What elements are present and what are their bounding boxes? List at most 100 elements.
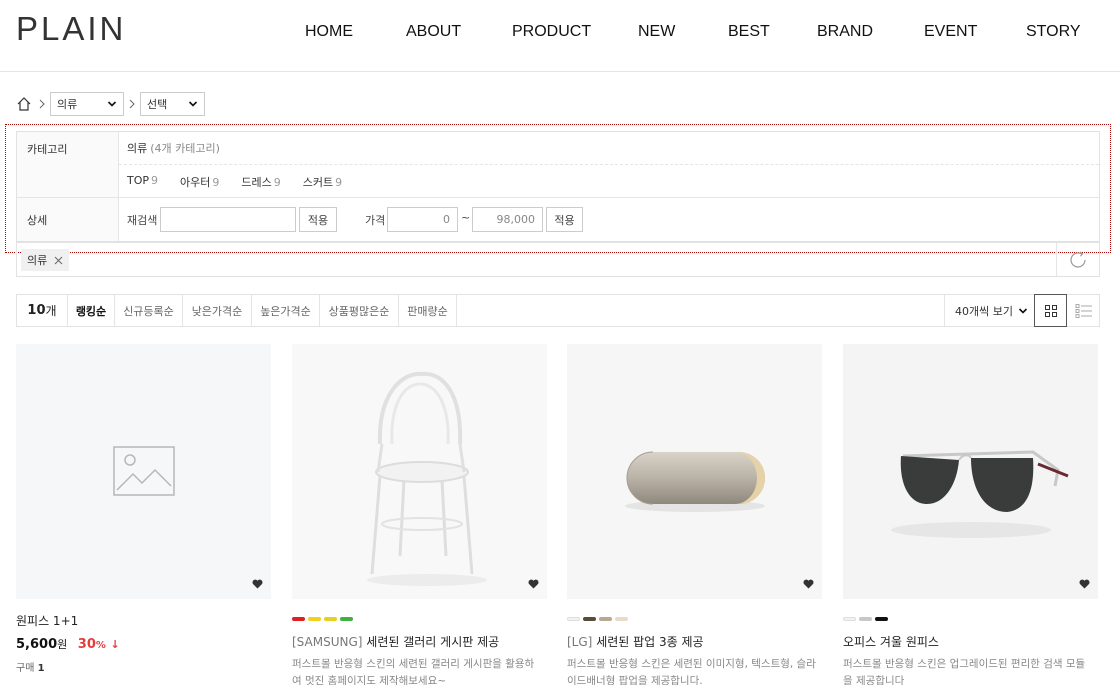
subcategory-dress[interactable]: 드레스 9 bbox=[241, 174, 280, 190]
sort-sales[interactable]: 판매량순 bbox=[399, 295, 457, 326]
product-brand: [SAMSUNG] bbox=[292, 635, 363, 649]
product-title: 세련된 갤러리 게시판 제공 bbox=[366, 635, 500, 649]
discount-rate: 30% ↓ bbox=[78, 637, 120, 652]
product-title: 세련된 팝업 3종 제공 bbox=[596, 635, 704, 649]
color-swatch[interactable] bbox=[324, 617, 337, 621]
price-label: 가격 bbox=[365, 214, 386, 227]
color-swatch[interactable] bbox=[615, 617, 628, 621]
subcategory-count: 9 bbox=[273, 176, 281, 189]
chevron-down-icon bbox=[107, 101, 117, 107]
nav-story[interactable]: STORY bbox=[1026, 23, 1081, 41]
subcategory-top[interactable]: TOP 9 bbox=[127, 174, 158, 190]
sort-newest[interactable]: 신규등록순 bbox=[115, 295, 183, 326]
product-description: 퍼스트몰 반응형 스킨은 업그레이드된 편리한 검색 모듈 을 제공합니다 bbox=[843, 656, 1098, 685]
nav-best[interactable]: BEST bbox=[728, 23, 770, 41]
chair-image bbox=[367, 371, 487, 586]
product-card[interactable]: [LG] 세련된 팝업 3종 제공 퍼스트몰 반응형 스킨은 세련된 이미지형,… bbox=[567, 344, 822, 685]
purchase-value: 1 bbox=[37, 663, 45, 674]
research-input[interactable] bbox=[160, 207, 296, 232]
color-swatch[interactable] bbox=[843, 617, 856, 621]
subcategory-label: 스커트 bbox=[302, 176, 334, 189]
nav-brand[interactable]: BRAND bbox=[817, 23, 873, 41]
product-thumbnail[interactable] bbox=[292, 344, 547, 599]
arrow-down-icon: ↓ bbox=[110, 638, 120, 651]
breadcrumb: 의류 선택 bbox=[16, 92, 205, 116]
research-label: 재검색 bbox=[127, 214, 158, 227]
site-header: PLAIN HOME ABOUT PRODUCT NEW BEST BRAND … bbox=[0, 0, 1120, 72]
description-line: 여 멋진 홈페이지도 제작해보세요~ bbox=[292, 675, 447, 685]
sort-reviews[interactable]: 상품평많은순 bbox=[320, 295, 399, 326]
filter-detail-row: 상세 재검색 적용 가격 0 ~ 98,000 적용 bbox=[17, 198, 1099, 241]
sort-price-low[interactable]: 낮은가격순 bbox=[183, 295, 252, 326]
subcategory-count: 9 bbox=[335, 176, 343, 189]
sort-ranking[interactable]: 랭킹순 bbox=[68, 295, 115, 326]
nav-event[interactable]: EVENT bbox=[924, 23, 977, 41]
heart-icon[interactable] bbox=[252, 579, 263, 589]
price-unit: 원 bbox=[57, 638, 68, 651]
reset-filter-button[interactable] bbox=[1056, 243, 1099, 276]
product-name[interactable]: 원피스 1+1 bbox=[16, 612, 271, 629]
description-line: 을 제공합니다 bbox=[843, 675, 905, 685]
color-swatch[interactable] bbox=[599, 617, 612, 621]
subcategory-select-value: 선택 bbox=[147, 98, 168, 111]
product-name[interactable]: [LG] 세련된 팝업 3종 제공 bbox=[567, 633, 822, 650]
product-count-number: 10 bbox=[27, 303, 46, 318]
description-line: 퍼스트몰 반응형 스킨은 업그레이드된 편리한 검색 모듈 bbox=[843, 658, 1086, 670]
view-count-select[interactable]: 40개씩 보기 bbox=[944, 295, 1034, 326]
home-icon[interactable] bbox=[16, 96, 32, 112]
heart-icon[interactable] bbox=[1079, 579, 1090, 589]
price-apply-button[interactable]: 적용 bbox=[546, 207, 583, 232]
category-name[interactable]: 의류 bbox=[127, 142, 147, 155]
discount-unit: % bbox=[95, 640, 106, 651]
product-name[interactable]: 오피스 겨울 원피스 bbox=[843, 633, 1098, 650]
close-icon[interactable] bbox=[54, 256, 63, 265]
selected-filter-label: 의류 bbox=[27, 254, 48, 267]
product-card[interactable]: 원피스 1+1 5,600원 30% ↓ 구매 1 bbox=[16, 344, 271, 674]
search-filter: 카테고리 의류 (4개 카테고리) TOP 9 아우터 9 드레스 9 스커트 9 상세 … bbox=[16, 131, 1100, 242]
color-swatch[interactable] bbox=[292, 617, 305, 621]
product-name[interactable]: [SAMSUNG] 세련된 갤러리 게시판 제공 bbox=[292, 633, 547, 650]
nav-new[interactable]: NEW bbox=[638, 23, 675, 41]
color-swatch[interactable] bbox=[859, 617, 872, 621]
nav-home[interactable]: HOME bbox=[305, 23, 353, 41]
product-price: 5,600원 30% ↓ bbox=[16, 636, 271, 652]
price-value: 5,600 bbox=[16, 637, 58, 652]
chevron-right-icon bbox=[39, 99, 45, 109]
heart-icon[interactable] bbox=[803, 579, 814, 589]
category-select[interactable]: 의류 bbox=[50, 92, 124, 116]
product-thumbnail[interactable] bbox=[843, 344, 1098, 599]
product-card[interactable]: [SAMSUNG] 세련된 갤러리 게시판 제공 퍼스트몰 반응형 스킨의 세련… bbox=[292, 344, 547, 685]
chevron-down-icon bbox=[1018, 307, 1028, 314]
color-swatch[interactable] bbox=[340, 617, 353, 621]
product-description: 퍼스트몰 반응형 스킨의 세련된 갤러리 게시판을 활용하 여 멋진 홈페이지도… bbox=[292, 656, 547, 685]
list-view-button[interactable] bbox=[1067, 295, 1100, 326]
subcategory-label: 아우터 bbox=[180, 176, 211, 189]
color-swatch[interactable] bbox=[875, 617, 888, 621]
grid-view-button[interactable] bbox=[1034, 294, 1067, 327]
price-max-input[interactable]: 98,000 bbox=[472, 207, 543, 232]
nav-about[interactable]: ABOUT bbox=[406, 23, 461, 41]
nav-product[interactable]: PRODUCT bbox=[512, 23, 591, 41]
research-apply-button[interactable]: 적용 bbox=[299, 207, 337, 232]
subcategory-select[interactable]: 선택 bbox=[140, 92, 205, 116]
product-count-unit: 개 bbox=[45, 304, 57, 318]
filter-category-row: 카테고리 의류 (4개 카테고리) TOP 9 아우터 9 드레스 9 스커트 9 bbox=[17, 132, 1099, 198]
price-min-input[interactable]: 0 bbox=[387, 207, 458, 232]
subcategory-outer[interactable]: 아우터 9 bbox=[180, 174, 219, 190]
product-card[interactable]: 오피스 겨울 원피스 퍼스트몰 반응형 스킨은 업그레이드된 편리한 검색 모듈… bbox=[843, 344, 1098, 685]
subcategory-count: 9 bbox=[151, 174, 159, 187]
color-swatch[interactable] bbox=[567, 617, 580, 621]
description-line: 퍼스트몰 반응형 스킨은 세련된 이미지형, 텍스트형, 슬라 bbox=[567, 658, 816, 670]
color-swatch[interactable] bbox=[583, 617, 596, 621]
list-icon bbox=[1075, 303, 1092, 318]
product-thumbnail[interactable] bbox=[567, 344, 822, 599]
color-swatch[interactable] bbox=[308, 617, 321, 621]
speaker-image bbox=[625, 451, 765, 512]
heart-icon[interactable] bbox=[528, 579, 539, 589]
subcategory-label: 드레스 bbox=[241, 176, 272, 189]
product-brand: [LG] bbox=[567, 635, 593, 649]
sort-price-high[interactable]: 높은가격순 bbox=[252, 295, 320, 326]
product-thumbnail[interactable] bbox=[16, 344, 271, 599]
subcategory-skirt[interactable]: 스커트 9 bbox=[303, 174, 342, 190]
product-description: 퍼스트몰 반응형 스킨은 세련된 이미지형, 텍스트형, 슬라 이드배너형 팝업… bbox=[567, 656, 822, 685]
